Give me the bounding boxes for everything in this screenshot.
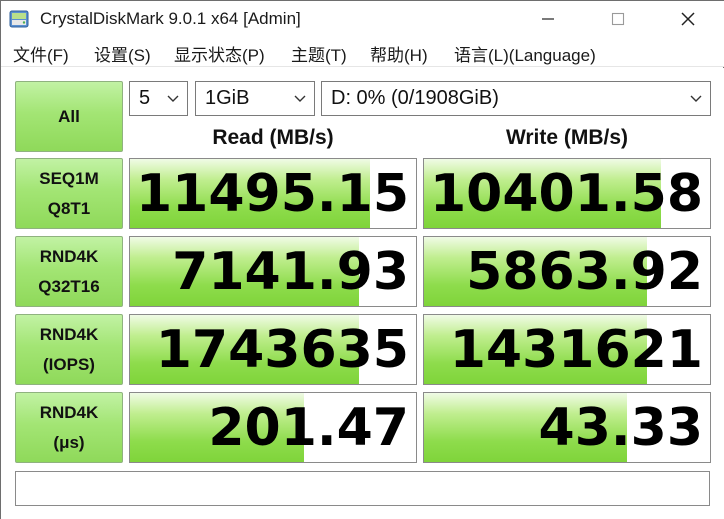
write-header: Write (MB/s) xyxy=(505,126,629,149)
menu-language[interactable]: 语言(L)(Language) xyxy=(454,41,596,66)
read-result-cell: 1743635 xyxy=(129,314,417,385)
menu-bar: 文件(F) 设置(S) 显示状态(P) 主题(T) 帮助(H) 语言(L)(La… xyxy=(1,37,724,67)
write-result-cell: 10401.58 xyxy=(423,158,711,229)
test-label-line1: RND4K xyxy=(39,324,99,344)
test-count-value: 5 xyxy=(139,87,151,109)
write-result-value: 1431621 xyxy=(449,319,703,380)
test-button-rnd4k-latency[interactable]: RND4K (μs) xyxy=(15,392,123,463)
read-result-cell: 201.47 xyxy=(129,392,417,463)
write-result-cell: 1431621 xyxy=(423,314,711,385)
read-header: Read (MB/s) xyxy=(212,126,334,149)
drive-value: D: 0% (0/1908GiB) xyxy=(331,87,499,109)
read-result-value: 201.47 xyxy=(208,397,409,458)
read-result-value: 1743635 xyxy=(155,319,409,380)
test-count-select[interactable]: 5 xyxy=(129,81,188,116)
maximize-icon xyxy=(611,12,625,26)
read-result-cell: 7141.93 xyxy=(129,236,417,307)
test-size-value: 1GiB xyxy=(205,87,250,109)
minimize-button[interactable] xyxy=(513,1,583,37)
read-result-cell: 11495.15 xyxy=(129,158,417,229)
chevron-down-icon xyxy=(294,95,306,102)
close-button[interactable] xyxy=(653,1,723,37)
read-result-value: 7141.93 xyxy=(172,241,409,302)
window-title: CrystalDiskMark 9.0.1 x64 [Admin] xyxy=(40,9,301,28)
write-result-value: 10401.58 xyxy=(429,163,703,224)
read-result-value: 11495.15 xyxy=(135,163,409,224)
menu-file[interactable]: 文件(F) xyxy=(13,41,69,66)
test-label-line1: SEQ1M xyxy=(39,168,99,188)
all-button[interactable]: All xyxy=(15,81,123,152)
test-button-rnd4k-iops[interactable]: RND4K (IOPS) xyxy=(15,314,123,385)
menu-help[interactable]: 帮助(H) xyxy=(370,41,428,66)
chevron-down-icon xyxy=(167,95,179,102)
test-label-line2: Q32T16 xyxy=(38,276,100,296)
menu-theme[interactable]: 主题(T) xyxy=(291,41,347,66)
all-button-label: All xyxy=(58,106,80,126)
write-result-value: 43.33 xyxy=(538,397,703,458)
title-bar: CrystalDiskMark 9.0.1 x64 [Admin] xyxy=(1,1,724,37)
minimize-icon xyxy=(542,18,554,20)
test-button-seq1m-q8t1[interactable]: SEQ1M Q8T1 xyxy=(15,158,123,229)
drive-select[interactable]: D: 0% (0/1908GiB) xyxy=(321,81,711,116)
test-label-line2: (μs) xyxy=(53,432,85,452)
write-result-cell: 43.33 xyxy=(423,392,711,463)
menu-display[interactable]: 显示状态(P) xyxy=(174,41,265,66)
chevron-down-icon xyxy=(690,95,702,102)
write-result-cell: 5863.92 xyxy=(423,236,711,307)
crystaldiskmark-icon xyxy=(9,10,29,28)
test-label-line2: (IOPS) xyxy=(43,354,95,374)
close-icon xyxy=(681,12,695,26)
test-button-rnd4k-q32t16[interactable]: RND4K Q32T16 xyxy=(15,236,123,307)
status-comment-box[interactable] xyxy=(15,471,710,506)
test-label-line1: RND4K xyxy=(39,402,99,422)
menu-settings[interactable]: 设置(S) xyxy=(94,41,151,66)
test-label-line2: Q8T1 xyxy=(47,198,91,218)
test-size-select[interactable]: 1GiB xyxy=(195,81,315,116)
main-panel: All 5 1GiB D: 0% (0/1908GiB) Read (MB/s)… xyxy=(1,68,724,519)
maximize-button[interactable] xyxy=(583,1,653,37)
test-label-line1: RND4K xyxy=(39,246,99,266)
write-result-value: 5863.92 xyxy=(466,241,703,302)
